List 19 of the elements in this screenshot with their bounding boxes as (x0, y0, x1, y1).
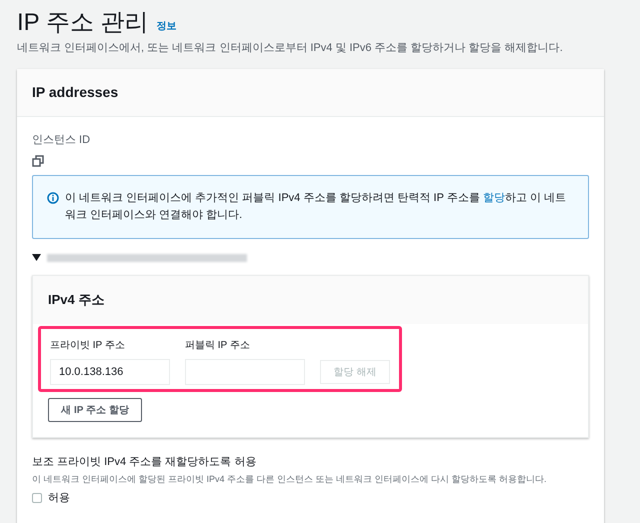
private-ip-field[interactable]: 10.0.138.136 (50, 359, 170, 385)
column-label: 퍼블릭 IP 주소 (185, 339, 251, 353)
reassign-title: 보조 프라이빗 IPv4 주소를 재할당하도록 허용 (32, 455, 258, 470)
copy-icon[interactable] (32, 155, 44, 167)
column-label: 프라이빗 IP 주소 (50, 339, 126, 353)
checkbox-label: 허용 (48, 491, 70, 506)
reassign-description: 이 네트워크 인터페이스에 할당된 프라이빗 IPv4 주소를 다른 인스턴스 또는 네트워크 인터페이스에 다시 할당하도록 허용합니다. (32, 472, 548, 486)
allow-checkbox[interactable] (32, 493, 42, 504)
caret-icon[interactable] (32, 254, 41, 262)
panel-title: IPv4 주소 (48, 291, 104, 310)
page-description: 네트워크 인터페이스에서, 또는 네트워크 인터페이스로부터 IPv4 및 IPv6 주소를 할당하거나 할당을 해제합니다. (17, 41, 564, 56)
alert-message: 이 네트워크 인터페이스에 추가적인 퍼블릭 IPv4 주소를 할당하려면 탄력적 IP 주소를 할당하고 이 네트워크 인터페이스와 연결해야 합니다. (65, 191, 567, 223)
instance-label: 인스턴스 ID (32, 132, 92, 148)
assign-new-ip-button[interactable]: 새 IP 주소 할당 (48, 398, 142, 422)
assign-link[interactable]: 할당 (482, 192, 505, 204)
info-link[interactable]: 정보 (156, 19, 177, 34)
info-icon (47, 192, 59, 204)
page-title: IP 주소 관리 (17, 8, 149, 38)
card-title: IP addresses (32, 82, 118, 102)
